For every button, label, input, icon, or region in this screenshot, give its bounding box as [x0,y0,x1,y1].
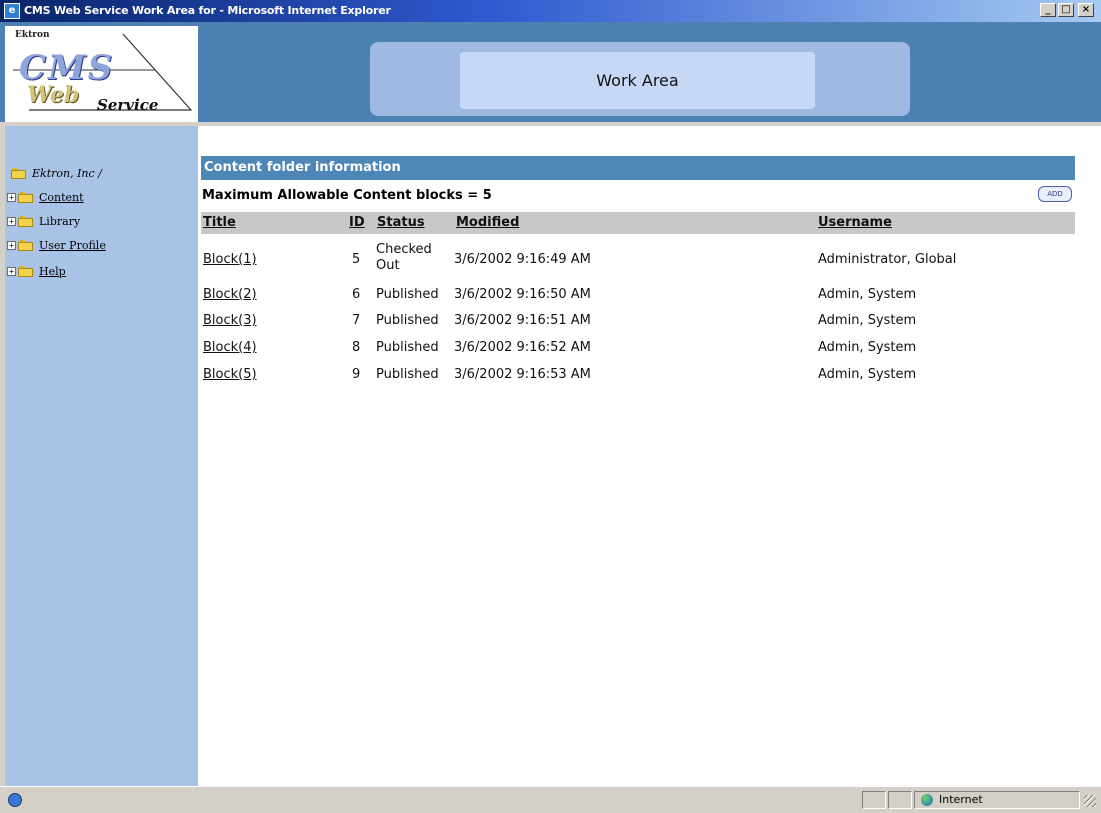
add-button[interactable]: ADD [1038,186,1072,202]
status-pane [862,791,886,809]
expand-icon[interactable]: + [7,241,16,250]
row-id: 7 [352,313,361,328]
row-id: 6 [352,287,361,302]
folder-icon [18,240,34,252]
row-modified: 3/6/2002 9:16:50 AM [454,287,591,302]
content-panel: Content folder information Maximum Allow… [198,136,1101,786]
row-status: Published [376,313,439,328]
row-username: Admin, System [818,340,917,355]
row-status: Published [376,287,439,302]
row-status-line: Out [376,258,400,273]
expand-icon[interactable]: + [7,193,16,202]
page-status-icon [8,793,22,807]
sidebar-item-label[interactable]: User Profile [39,239,106,252]
minimize-button[interactable]: _ [1040,3,1056,17]
column-header-status[interactable]: Status [377,215,425,230]
window-title: CMS Web Service Work Area for - Microsof… [24,4,391,17]
row-modified: 3/6/2002 9:16:52 AM [454,340,591,355]
row-modified: 3/6/2002 9:16:51 AM [454,313,591,328]
sidebar-root-label: Ektron, Inc / [32,167,102,180]
row-status: Published [376,367,439,382]
status-bar: Internet [0,786,1101,813]
sidebar-item-label[interactable]: Help [39,265,66,278]
cms-web-service-logo: Ektron CMS Web Service [5,26,198,122]
internet-explorer-icon: e [4,3,20,19]
row-title-link[interactable]: Block(4) [203,340,257,355]
row-modified: 3/6/2002 9:16:49 AM [454,252,591,267]
logo-brand: Ektron [15,30,50,40]
row-modified: 3/6/2002 9:16:53 AM [454,367,591,382]
row-username: Administrator, Global [818,252,957,267]
row-username: Admin, System [818,313,917,328]
table-row: Block(2) 6 Published 3/6/2002 9:16:50 AM… [198,287,1101,313]
row-status: Checked Out [376,242,432,274]
max-blocks-text: Maximum Allowable Content blocks = 5 [202,188,492,203]
row-status-line: Checked [376,242,432,257]
close-button[interactable]: × [1078,3,1094,17]
zone-label: Internet [939,793,983,806]
row-title-link[interactable]: Block(3) [203,313,257,328]
table-row: Block(4) 8 Published 3/6/2002 9:16:52 AM… [198,340,1101,366]
resize-grip-icon[interactable] [1084,795,1096,807]
sidebar-item-label[interactable]: Content [39,191,84,204]
sidebar-tree: Ektron, Inc / + Content + Library + User… [5,126,198,786]
logo-web: Web [27,82,80,108]
work-area-header: Ektron CMS Web Service Work Area [0,22,1101,122]
folder-icon [18,192,34,204]
table-header: Title ID Status Modified Username [201,212,1075,234]
column-header-title[interactable]: Title [203,215,236,230]
expand-icon[interactable]: + [7,267,16,276]
folder-icon [18,216,34,228]
column-header-id[interactable]: ID [349,215,365,230]
row-username: Admin, System [818,367,917,382]
row-title-link[interactable]: Block(1) [203,252,257,267]
header-divider [198,126,1101,136]
expand-icon[interactable]: + [7,217,16,226]
table-row: Block(3) 7 Published 3/6/2002 9:16:51 AM… [198,313,1101,339]
logo-service: Service [97,96,159,114]
sidebar-item-label[interactable]: Library [39,215,80,228]
row-id: 9 [352,367,361,382]
status-pane [888,791,912,809]
column-header-username[interactable]: Username [818,215,892,230]
work-area-label: Work Area [460,52,815,109]
row-id: 8 [352,340,361,355]
row-status: Published [376,340,439,355]
security-zone-pane[interactable]: Internet [914,791,1080,809]
table-row: Block(1) 5 Checked Out 3/6/2002 9:16:49 … [198,242,1101,278]
title-bar[interactable]: e CMS Web Service Work Area for - Micros… [0,0,1101,22]
row-title-link[interactable]: Block(5) [203,367,257,382]
section-title: Content folder information [201,156,1075,180]
column-header-modified[interactable]: Modified [456,215,519,230]
row-title-link[interactable]: Block(2) [203,287,257,302]
row-username: Admin, System [818,287,917,302]
browser-window: e CMS Web Service Work Area for - Micros… [0,0,1101,813]
maximize-button[interactable]: □ [1058,3,1074,17]
row-id: 5 [352,252,361,267]
folder-icon [18,266,34,278]
globe-icon [921,794,933,806]
table-row: Block(5) 9 Published 3/6/2002 9:16:53 AM… [198,367,1101,393]
open-folder-icon [11,168,27,180]
